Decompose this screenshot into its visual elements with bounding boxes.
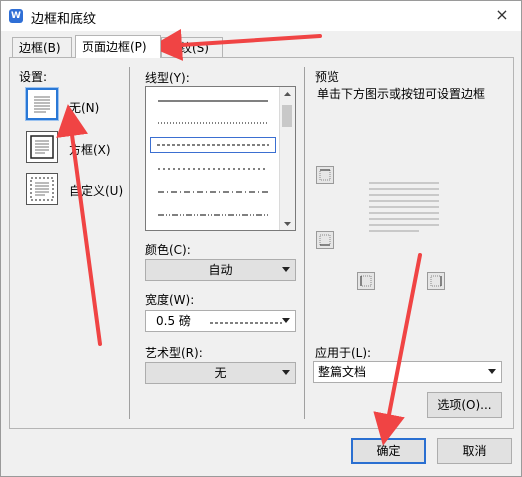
chevron-down-icon — [282, 267, 290, 272]
setting-box-icon[interactable] — [26, 131, 58, 163]
width-value: 0.5 磅 — [156, 314, 191, 328]
ok-button[interactable]: 确定 — [351, 438, 426, 464]
width-line-sample — [210, 322, 282, 324]
borders-shading-dialog: W 边框和底纹 × 边框(B) 页面边框(P) 底纹(S) 设置: 无(N) 方… — [0, 0, 522, 477]
line-style-list[interactable] — [145, 86, 296, 231]
line-style-item-selected[interactable] — [150, 137, 276, 153]
line-style-item[interactable] — [150, 184, 276, 200]
art-value: 无 — [214, 366, 227, 380]
left-border-icon — [360, 275, 372, 287]
chevron-down-icon — [282, 318, 290, 323]
art-dropdown[interactable]: 无 — [145, 362, 296, 384]
title-bar: W 边框和底纹 × — [1, 1, 521, 31]
width-label: 宽度(W): — [145, 293, 195, 307]
right-border-icon — [430, 275, 442, 287]
line-style-item[interactable] — [150, 115, 276, 131]
options-button[interactable]: 选项(O)... — [427, 392, 502, 418]
scrollbar-thumb[interactable] — [282, 105, 292, 127]
color-value: 自动 — [208, 263, 233, 277]
setting-box-label[interactable]: 方框(X) — [69, 141, 111, 158]
preview-hint: 单击下方图示或按钮可设置边框 — [317, 87, 486, 101]
preview-heading: 预览 — [315, 70, 340, 84]
setting-custom-icon[interactable] — [26, 173, 58, 205]
column-divider — [129, 67, 130, 419]
apply-to-value: 整篇文档 — [318, 365, 367, 379]
top-border-icon — [319, 169, 331, 181]
tab-shading[interactable]: 底纹(S) — [161, 37, 223, 57]
wps-writer-icon: W — [9, 9, 23, 23]
bottom-border-toggle[interactable] — [316, 231, 334, 249]
page-lines-icon — [34, 96, 50, 113]
art-label: 艺术型(R): — [145, 346, 203, 360]
chevron-down-icon — [282, 370, 290, 375]
left-border-toggle[interactable] — [357, 272, 375, 290]
top-border-toggle[interactable] — [316, 166, 334, 184]
width-dropdown[interactable]: 0.5 磅 — [145, 310, 296, 332]
setting-none-label[interactable]: 无(N) — [69, 99, 99, 116]
settings-heading: 设置: — [19, 70, 48, 84]
line-style-label: 线型(Y): — [145, 71, 190, 85]
line-style-scrollbar[interactable] — [279, 87, 295, 230]
box-border-icon — [30, 135, 54, 159]
close-button[interactable]: × — [493, 5, 511, 25]
color-label: 颜色(C): — [145, 243, 191, 257]
setting-custom-label[interactable]: 自定义(U) — [69, 182, 123, 199]
line-style-item[interactable] — [150, 93, 276, 109]
dialog-title: 边框和底纹 — [31, 12, 97, 27]
tab-page-border[interactable]: 页面边框(P) — [75, 35, 161, 58]
chevron-down-icon — [488, 369, 496, 374]
color-dropdown[interactable]: 自动 — [145, 259, 296, 281]
tab-borders[interactable]: 边框(B) — [12, 37, 72, 57]
bottom-border-icon — [319, 234, 331, 246]
line-style-item[interactable] — [150, 161, 276, 177]
custom-border-icon — [30, 177, 54, 201]
apply-to-dropdown[interactable]: 整篇文档 — [313, 361, 502, 383]
cancel-button[interactable]: 取消 — [437, 438, 512, 464]
column-divider — [304, 67, 305, 419]
setting-none-icon[interactable] — [25, 87, 59, 121]
apply-to-label: 应用于(L): — [315, 346, 372, 360]
right-border-toggle[interactable] — [427, 272, 445, 290]
line-style-item[interactable] — [150, 207, 276, 223]
